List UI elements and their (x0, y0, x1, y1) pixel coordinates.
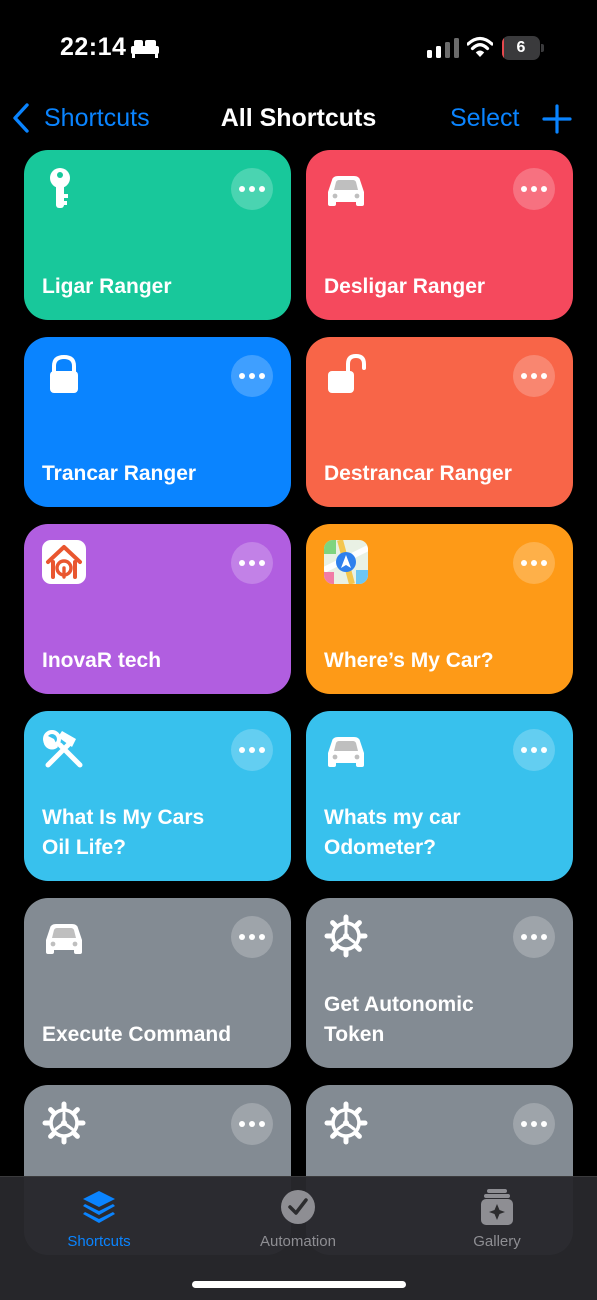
more-options-button[interactable] (231, 168, 273, 210)
more-options-button[interactable] (231, 355, 273, 397)
clock-check-icon (281, 1190, 315, 1224)
more-options-button[interactable] (513, 916, 555, 958)
battery-level: 6 (516, 39, 526, 56)
tab-label: Automation (260, 1233, 336, 1250)
tab-automation[interactable]: Automation (228, 1187, 368, 1250)
tab-shortcuts[interactable]: Shortcuts (29, 1187, 169, 1250)
status-time: 22:14 (60, 33, 127, 61)
more-options-button[interactable] (231, 729, 273, 771)
lock-icon (42, 353, 86, 397)
tab-gallery[interactable]: Gallery (427, 1187, 567, 1250)
shortcut-label: Whats my car Odometer? (324, 806, 461, 859)
select-button[interactable]: Select (450, 100, 519, 136)
cellular-signal-icon (427, 38, 459, 58)
home-indicator (192, 1281, 406, 1288)
unlock-icon (324, 353, 368, 397)
more-options-button[interactable] (513, 168, 555, 210)
more-options-button[interactable] (231, 542, 273, 584)
more-options-button[interactable] (513, 1103, 555, 1145)
more-options-button[interactable] (513, 729, 555, 771)
status-bar: 22:14 6 (0, 0, 597, 96)
car-icon (324, 727, 368, 771)
shortcut-tile[interactable]: What Is My Cars Oil Life? (24, 711, 291, 881)
car-icon (324, 166, 368, 210)
back-button[interactable]: Shortcuts (10, 100, 150, 136)
shortcut-tile[interactable]: Destrancar Ranger (306, 337, 573, 507)
shortcut-label: Get Autonomic Token (324, 993, 474, 1046)
battery-icon: 6 (502, 36, 544, 60)
gear-icon (42, 1101, 86, 1145)
shortcut-label: Ligar Ranger (42, 275, 172, 298)
more-options-button[interactable] (231, 1103, 273, 1145)
bed-icon (131, 40, 159, 58)
tab-label: Gallery (473, 1233, 521, 1250)
more-options-button[interactable] (513, 542, 555, 584)
shortcut-label: Execute Command (42, 1023, 232, 1046)
shortcut-label: Desligar Ranger (324, 275, 486, 298)
shortcut-tile[interactable]: Ligar Ranger (24, 150, 291, 320)
chevron-left-icon (13, 103, 29, 133)
shortcut-label: Where’s My Car? (324, 649, 494, 672)
more-options-button[interactable] (513, 355, 555, 397)
shortcut-tile[interactable]: Where’s My Car? (306, 524, 573, 694)
plus-icon[interactable] (542, 104, 572, 134)
shortcut-label: Trancar Ranger (42, 462, 197, 485)
gallery-sparkle-icon (481, 1189, 513, 1225)
tab-label: Shortcuts (67, 1233, 131, 1250)
wifi-icon (467, 36, 493, 57)
shortcut-label: Destrancar Ranger (324, 462, 512, 485)
key-icon (42, 166, 86, 210)
shortcut-tile[interactable]: InovaR tech (24, 524, 291, 694)
shortcut-tile[interactable]: Trancar Ranger (24, 337, 291, 507)
hammer-wrench-icon (42, 727, 86, 771)
shortcuts-stack-icon (83, 1191, 115, 1223)
back-label: Shortcuts (44, 103, 150, 132)
more-options-button[interactable] (231, 916, 273, 958)
shortcut-tile[interactable]: Desligar Ranger (306, 150, 573, 320)
maps-app-icon (324, 540, 368, 584)
gear-icon (324, 1101, 368, 1145)
car-icon (42, 914, 86, 958)
gear-icon (324, 914, 368, 958)
shortcut-tile[interactable]: Execute Command (24, 898, 291, 1068)
shortcut-label: What Is My Cars Oil Life? (42, 806, 205, 859)
inovar-app-icon (42, 540, 86, 584)
shortcut-tile[interactable]: Get Autonomic Token (306, 898, 573, 1068)
shortcut-label: InovaR tech (42, 649, 162, 672)
shortcut-tile[interactable]: Whats my car Odometer? (306, 711, 573, 881)
